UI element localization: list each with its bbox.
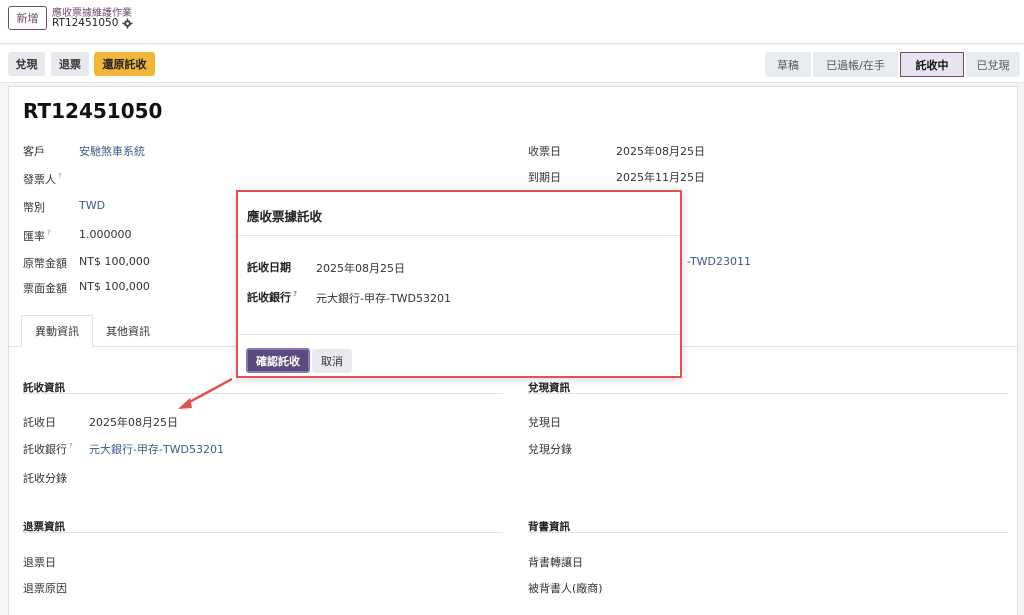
collection-bank-label-text: 託收銀行: [23, 443, 67, 456]
customer-value[interactable]: 安馳煞車系統: [79, 143, 145, 159]
stage-posted-label: 已過帳/在手: [826, 58, 885, 72]
bank-account-value-partial[interactable]: -TWD23011: [687, 255, 751, 268]
customer-label: 客戶: [23, 145, 45, 158]
section-divider: [528, 393, 1008, 394]
cash-button[interactable]: 兌現: [8, 52, 45, 76]
breadcrumb-current-label: RT12451050: [52, 17, 119, 29]
tab-other-info[interactable]: 其他資訊: [97, 315, 159, 347]
rate-value[interactable]: 1.000000: [79, 228, 132, 241]
help-icon[interactable]: ?: [58, 172, 62, 180]
stage-draft-label: 草稿: [777, 58, 799, 72]
section-divider: [23, 532, 503, 533]
collection-date-label: 託收日: [23, 416, 56, 429]
dialog-date-label: 託收日期: [247, 261, 291, 274]
face-amount-label: 票面金額: [23, 282, 67, 295]
revert-collection-button[interactable]: 還原託收: [94, 52, 155, 76]
stage-draft[interactable]: 草稿: [765, 52, 811, 77]
return-button[interactable]: 退票: [51, 52, 89, 76]
section-divider: [23, 393, 503, 394]
collection-date-value[interactable]: 2025年08月25日: [89, 414, 178, 430]
cancel-button[interactable]: 取消: [312, 349, 352, 373]
stage-posted[interactable]: 已過帳/在手: [813, 52, 898, 77]
record-title: RT12451050: [23, 99, 163, 123]
pointer-arrow: [178, 377, 233, 409]
breadcrumb-current: RT12451050: [52, 17, 134, 29]
tab-change-info[interactable]: 異動資訊: [21, 315, 93, 347]
dialog-title: 應收票據託收: [247, 209, 323, 224]
dialog-bank-label-text: 託收銀行: [247, 291, 291, 304]
collection-entry-label: 託收分錄: [23, 472, 67, 485]
stage-cashed[interactable]: 已兌現: [966, 52, 1020, 77]
collection-bank-value[interactable]: 元大銀行-甲存-TWD53201: [89, 441, 224, 457]
stage-cashed-label: 已兌現: [976, 58, 1010, 72]
dialog-divider: [238, 334, 680, 335]
section-divider: [528, 532, 1008, 533]
face-amount-value[interactable]: NT$ 100,000: [79, 280, 150, 293]
bounce-reason-label: 退票原因: [23, 582, 67, 595]
receive-date-value[interactable]: 2025年08月25日: [616, 143, 705, 159]
due-date-label: 到期日: [528, 171, 561, 184]
gear-icon[interactable]: [122, 17, 134, 29]
status-bar: 草稿 已過帳/在手 託收中 已兌現: [763, 52, 1020, 77]
help-icon[interactable]: ?: [293, 290, 297, 298]
dialog-date-value[interactable]: 2025年08月25日: [316, 260, 405, 276]
drawer-label-text: 發票人: [23, 173, 56, 186]
cashing-entry-label: 兌現分錄: [528, 443, 572, 456]
collection-dialog: 應收票據託收 託收日期 2025年08月25日 託收銀行? 元大銀行-甲存-TW…: [236, 190, 682, 378]
help-icon[interactable]: ?: [69, 442, 73, 450]
cashing-date-label: 兌現日: [528, 416, 561, 429]
currency-value[interactable]: TWD: [79, 199, 105, 212]
drawer-label: 發票人?: [23, 171, 62, 187]
dialog-bank-label: 託收銀行?: [247, 289, 297, 305]
original-amount-label: 原幣金額: [23, 257, 67, 270]
dialog-divider: [238, 235, 680, 236]
action-row: 兌現 退票 還原託收 草稿 已過帳/在手 託收中 已兌現: [0, 45, 1024, 83]
rate-label-text: 匯率: [23, 230, 45, 243]
currency-label: 幣別: [23, 201, 45, 214]
collection-bank-label: 託收銀行?: [23, 441, 73, 457]
new-button[interactable]: 新增: [8, 6, 47, 30]
rate-label: 匯率?: [23, 228, 51, 244]
original-amount-value[interactable]: NT$ 100,000: [79, 255, 150, 268]
confirm-collection-button[interactable]: 確認託收: [246, 348, 310, 373]
endorse-date-label: 背書轉讓日: [528, 556, 583, 569]
receive-date-label: 收票日: [528, 145, 561, 158]
bounce-date-label: 退票日: [23, 556, 56, 569]
stage-collecting-label: 託收中: [915, 58, 949, 72]
endorsee-label: 被背書人(廠商): [528, 582, 603, 595]
stage-collecting[interactable]: 託收中: [900, 52, 964, 77]
dialog-bank-value[interactable]: 元大銀行-甲存-TWD53201: [316, 290, 451, 306]
due-date-value[interactable]: 2025年11月25日: [616, 169, 705, 185]
help-icon[interactable]: ?: [47, 229, 51, 237]
top-bar: 新增 應收票據維護作業 RT12451050: [0, 0, 1024, 44]
